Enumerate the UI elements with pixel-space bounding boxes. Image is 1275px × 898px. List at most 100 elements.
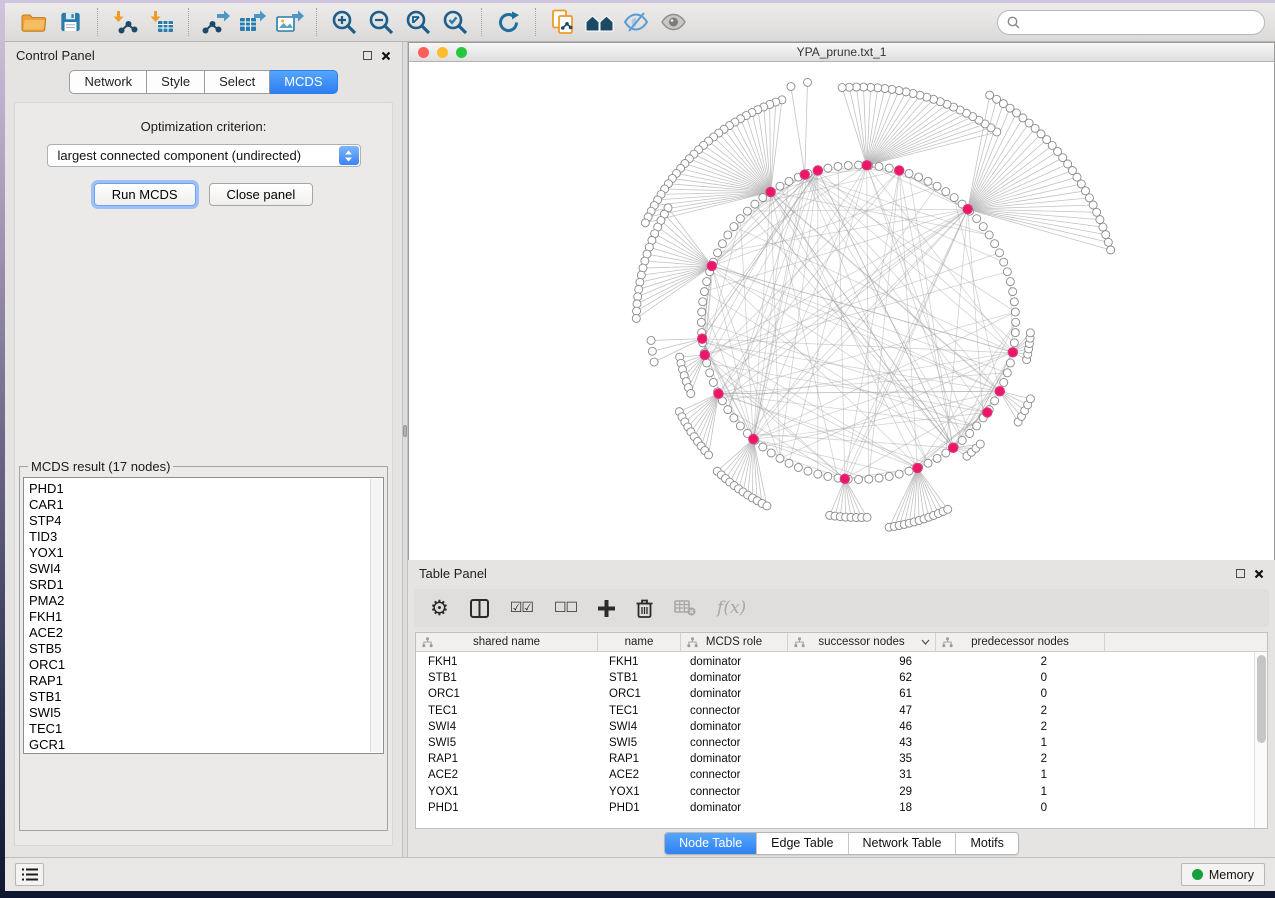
network-node[interactable]	[767, 449, 775, 457]
maximize-window-icon[interactable]	[456, 47, 467, 58]
column-header-MCDS-role[interactable]: MCDS role	[681, 633, 788, 651]
network-leaf-node[interactable]	[804, 78, 812, 86]
select-all-icon[interactable]: ☑☑	[510, 601, 533, 615]
network-node[interactable]	[1011, 308, 1019, 316]
mcds-result-item[interactable]: PHD1	[29, 481, 383, 497]
network-node[interactable]	[759, 443, 767, 451]
network-leaf-node[interactable]	[648, 347, 656, 355]
tab-motifs[interactable]: Motifs	[956, 833, 1017, 854]
network-leaf-node[interactable]	[1102, 231, 1110, 239]
network-hub-node[interactable]	[800, 170, 809, 179]
network-leaf-node[interactable]	[632, 314, 640, 322]
mcds-result-item[interactable]: SWI5	[29, 705, 383, 721]
table-row[interactable]: RAP1RAP1dominator352	[416, 751, 1267, 767]
network-leaf-node[interactable]	[635, 285, 643, 293]
network-node[interactable]	[905, 169, 913, 177]
close-panel-icon[interactable]	[381, 51, 391, 61]
deselect-all-icon[interactable]: ☐☐	[554, 601, 577, 615]
network-node[interactable]	[736, 422, 744, 430]
network-node[interactable]	[979, 223, 987, 231]
network-hub-node[interactable]	[840, 474, 849, 483]
network-hub-node[interactable]	[995, 387, 1004, 396]
network-node[interactable]	[905, 467, 913, 475]
table-row[interactable]: TEC1TEC1connector472	[416, 703, 1267, 719]
network-leaf-node[interactable]	[1107, 246, 1115, 254]
search-input[interactable]	[1026, 15, 1255, 29]
zoom-out-button[interactable]	[362, 6, 399, 38]
network-leaf-node[interactable]	[633, 300, 641, 308]
network-leaf-node[interactable]	[705, 451, 713, 459]
network-leaf-node[interactable]	[637, 271, 645, 279]
table-scrollbar-thumb[interactable]	[1257, 655, 1266, 743]
network-node[interactable]	[958, 436, 966, 444]
network-node[interactable]	[1010, 298, 1018, 306]
network-node[interactable]	[1011, 329, 1019, 337]
network-node[interactable]	[855, 161, 863, 169]
network-node[interactable]	[703, 359, 711, 367]
optimization-criterion-select[interactable]: largest connected component (undirected)	[47, 144, 361, 167]
network-node[interactable]	[759, 194, 767, 202]
network-node[interactable]	[1010, 339, 1018, 347]
network-node[interactable]	[1012, 318, 1020, 326]
tab-edge-table[interactable]: Edge Table	[757, 833, 848, 854]
network-node[interactable]	[1000, 258, 1008, 266]
network-hub-node[interactable]	[1008, 348, 1017, 357]
network-leaf-node[interactable]	[1026, 395, 1034, 403]
export-image-button[interactable]	[271, 6, 308, 38]
network-node[interactable]	[844, 161, 852, 169]
network-hub-node[interactable]	[895, 166, 904, 175]
network-leaf-node[interactable]	[650, 358, 658, 366]
network-hub-node[interactable]	[707, 261, 716, 270]
network-node[interactable]	[966, 429, 974, 437]
network-leaf-node[interactable]	[787, 83, 795, 91]
zoom-in-button[interactable]	[325, 6, 362, 38]
network-hub-node[interactable]	[714, 389, 723, 398]
open-file-button[interactable]	[15, 6, 52, 38]
refresh-view-button[interactable]	[490, 6, 527, 38]
clone-network-button[interactable]	[544, 6, 581, 38]
network-node[interactable]	[785, 177, 793, 185]
network-hub-node[interactable]	[862, 161, 871, 170]
network-node[interactable]	[724, 406, 732, 414]
network-leaf-node[interactable]	[944, 505, 952, 513]
network-leaf-node[interactable]	[641, 219, 649, 227]
network-node[interactable]	[700, 288, 708, 296]
network-leaf-node[interactable]	[636, 278, 644, 286]
import-network-button[interactable]	[106, 6, 143, 38]
table-row[interactable]: PHD1PHD1dominator180	[416, 800, 1267, 816]
float-panel-icon[interactable]	[1236, 569, 1245, 578]
show-columns-icon[interactable]	[470, 599, 489, 618]
network-node[interactable]	[991, 240, 999, 248]
network-leaf-node[interactable]	[1093, 208, 1101, 216]
network-node[interactable]	[1000, 378, 1008, 386]
network-node[interactable]	[730, 223, 738, 231]
network-node[interactable]	[718, 240, 726, 248]
network-node[interactable]	[706, 369, 714, 377]
close-panel-button[interactable]: Close panel	[209, 183, 314, 206]
zoom-selected-button[interactable]	[436, 6, 473, 38]
network-hub-node[interactable]	[983, 408, 992, 417]
network-canvas[interactable]	[409, 62, 1274, 560]
network-node[interactable]	[743, 207, 751, 215]
column-header-successor-nodes[interactable]: successor nodes	[788, 633, 936, 651]
list-scrollbar-track[interactable]	[370, 479, 382, 752]
network-hub-node[interactable]	[963, 205, 972, 214]
minimize-window-icon[interactable]	[437, 47, 448, 58]
network-node[interactable]	[709, 378, 717, 386]
network-leaf-node[interactable]	[633, 307, 641, 315]
network-node[interactable]	[1003, 268, 1011, 276]
mcds-result-item[interactable]: ACE2	[29, 625, 383, 641]
network-node[interactable]	[985, 231, 993, 239]
mcds-result-item[interactable]: STB5	[29, 641, 383, 657]
network-node[interactable]	[804, 467, 812, 475]
network-node[interactable]	[814, 470, 822, 478]
close-panel-icon[interactable]	[1254, 569, 1264, 579]
mcds-result-item[interactable]: RAP1	[29, 673, 383, 689]
save-session-button[interactable]	[52, 6, 89, 38]
network-node[interactable]	[730, 414, 738, 422]
network-node[interactable]	[973, 422, 981, 430]
network-hub-node[interactable]	[700, 350, 709, 359]
network-node[interactable]	[933, 182, 941, 190]
network-node[interactable]	[824, 472, 832, 480]
network-node[interactable]	[942, 188, 950, 196]
